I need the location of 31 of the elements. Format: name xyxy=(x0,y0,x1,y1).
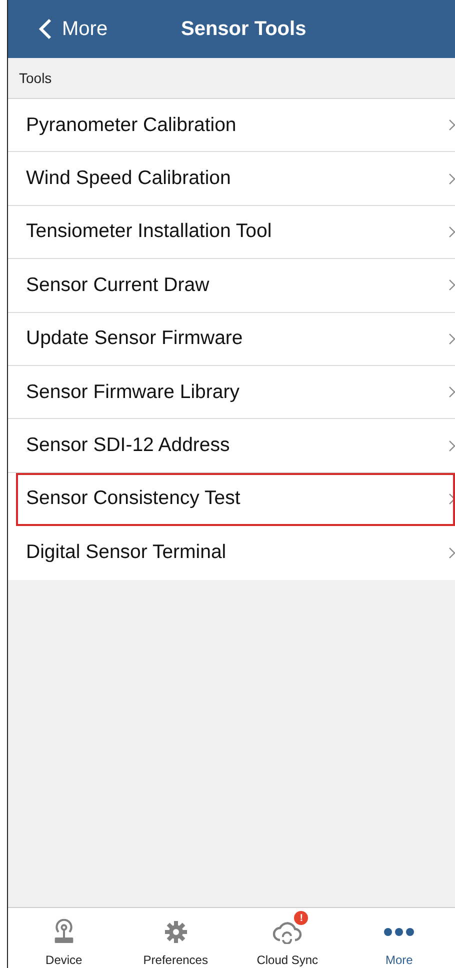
tab[interactable]: Preferences xyxy=(120,908,232,968)
more-icon xyxy=(384,928,414,936)
cloud-sync-icon xyxy=(272,920,302,944)
section-title: Tools xyxy=(19,70,52,86)
back-button[interactable]: More xyxy=(8,9,108,49)
chevron-icon xyxy=(449,226,455,238)
settings-icon xyxy=(164,920,188,944)
back-chevron-icon xyxy=(38,18,52,40)
chevron-icon xyxy=(449,172,455,185)
alert-badge: ! xyxy=(294,911,308,925)
list-item[interactable]: Sensor Consistency Test xyxy=(16,472,455,526)
list-item[interactable]: Digital Sensor Terminal xyxy=(8,526,455,580)
chevron-icon xyxy=(449,440,455,452)
antenna-icon xyxy=(52,919,75,945)
chevron-icon xyxy=(449,279,455,292)
list-item[interactable]: Sensor SDI-12 Address xyxy=(8,419,455,473)
chevron-icon xyxy=(449,332,455,345)
tab[interactable]: Device xyxy=(8,908,120,968)
tab[interactable]: More xyxy=(343,908,455,968)
list-item[interactable]: Wind Speed Calibration xyxy=(8,152,455,206)
tab[interactable]: ! Cloud Sync xyxy=(232,908,344,968)
list-item[interactable]: Update Sensor Firmware xyxy=(8,312,455,366)
list-item[interactable]: Sensor Firmware Library xyxy=(8,366,455,420)
screen-title: Sensor Tools xyxy=(181,18,306,40)
list-item[interactable]: Sensor Current Draw xyxy=(8,259,455,313)
chevron-icon xyxy=(449,492,455,505)
list-item[interactable]: Pyranometer Calibration xyxy=(8,99,455,152)
list-item[interactable]: Tensiometer Installation Tool xyxy=(8,206,455,260)
chevron-icon xyxy=(449,119,455,132)
chevron-icon xyxy=(449,386,455,398)
chevron-icon xyxy=(449,546,455,559)
